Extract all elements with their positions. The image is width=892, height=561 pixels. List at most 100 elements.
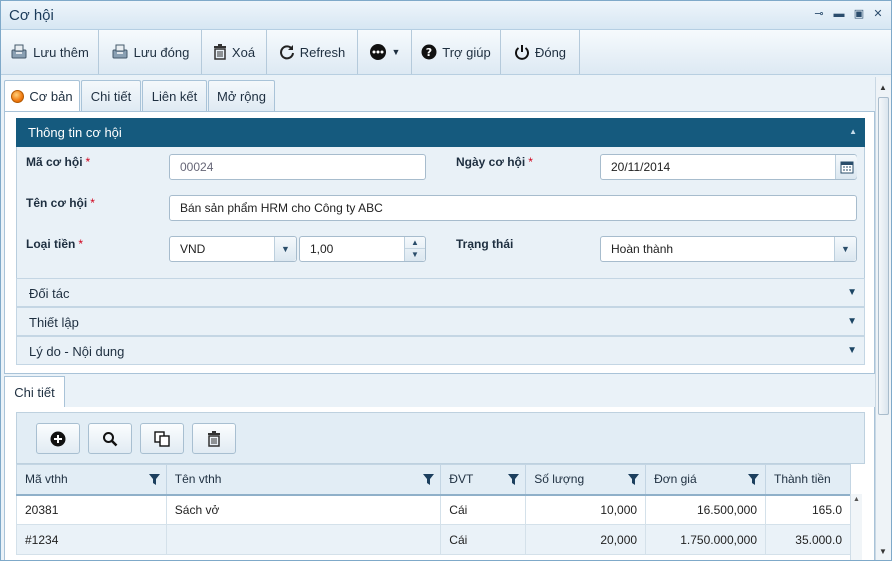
filter-icon[interactable] (748, 474, 759, 485)
currency-dropdown-button[interactable]: ▼ (274, 237, 296, 261)
refresh-label: Refresh (299, 44, 346, 60)
section-header[interactable]: Thông tin cơ hội ▲ (16, 118, 865, 147)
main-scrollbar[interactable]: ▲ ▼ (875, 77, 891, 560)
save-close-button[interactable]: Lưu đóng (99, 30, 202, 74)
table-row[interactable]: 20381 Sách vở Cái 10,000 16.500,000 165.… (16, 494, 851, 525)
close-label: Đóng (534, 44, 567, 60)
column-header[interactable]: Số lượng (525, 464, 647, 496)
cell-amount[interactable]: 165.0 (765, 494, 851, 525)
cell-price[interactable]: 1.750.000,000 (645, 524, 766, 555)
table-row[interactable]: #1234 Cái 20,000 1.750.000,000 35.000.0 (16, 524, 851, 555)
scroll-up-icon[interactable]: ▲ (853, 496, 860, 503)
cell-quantity[interactable]: 20,000 (525, 524, 647, 555)
plus-icon (50, 431, 66, 446)
tab-details[interactable]: Chi tiết (81, 80, 141, 111)
cell-quantity[interactable]: 10,000 (525, 494, 647, 525)
expand-icon: ▼ (847, 287, 857, 298)
grid-toolbar (16, 412, 865, 464)
tab-extended-label: Mở rộng (217, 88, 266, 104)
status-value: Hoàn thành (611, 242, 674, 256)
save-new-label: Lưu thêm (33, 44, 89, 60)
accordion-reason[interactable]: Lý do - Nội dung ▼ (16, 336, 865, 365)
status-select[interactable]: Hoàn thành (600, 236, 857, 262)
active-tab-icon (11, 90, 25, 103)
cell-code[interactable]: #1234 (16, 524, 167, 555)
copy-row-button[interactable] (140, 423, 184, 454)
code-input[interactable]: 00024 (169, 154, 426, 180)
cell-name[interactable] (165, 524, 442, 555)
accordion-partner-label: Đối tác (29, 286, 70, 301)
scrollbar-thumb[interactable] (878, 97, 889, 415)
cell-amount[interactable]: 35.000.0 (765, 524, 851, 555)
help-button[interactable]: ? Trợ giúp (412, 30, 501, 74)
column-header[interactable]: Mã vthh (16, 464, 167, 496)
power-icon (514, 45, 529, 60)
close-button[interactable]: Đóng (501, 30, 580, 74)
cell-code[interactable]: 20381 (16, 494, 167, 525)
more-icon (369, 44, 386, 60)
trash-icon (208, 430, 220, 447)
cell-price[interactable]: 16.500,000 (645, 494, 766, 525)
currency-value: VND (180, 242, 206, 256)
svg-text:?: ? (426, 46, 432, 59)
spin-down-icon[interactable]: ▼ (405, 249, 425, 260)
grid-scrollbar[interactable]: ▲ (850, 494, 862, 560)
filter-icon[interactable] (423, 474, 435, 485)
tab-links-label: Liên kết (151, 88, 198, 104)
column-header[interactable]: ĐVT (440, 464, 527, 496)
pin-icon[interactable]: ⊸ (813, 8, 825, 20)
status-dropdown-button[interactable]: ▼ (834, 237, 856, 261)
accordion-settings[interactable]: Thiết lập ▼ (16, 307, 865, 336)
cell-name[interactable]: Sách vở (165, 494, 442, 525)
cell-unit[interactable]: Cái (440, 494, 527, 525)
title-bar: Cơ hội ⊸ ▬ ▣ ✕ (1, 1, 891, 30)
copy-icon (154, 430, 170, 447)
column-header[interactable]: Đơn giá (645, 464, 766, 496)
tab-detail-grid[interactable]: Chi tiết (4, 376, 65, 408)
tab-details-label: Chi tiết (90, 88, 132, 104)
date-value: 20/11/2014 (611, 160, 671, 174)
date-input[interactable]: 20/11/2014 (600, 154, 857, 180)
scroll-up-icon[interactable]: ▲ (879, 83, 887, 92)
add-row-button[interactable] (36, 423, 80, 454)
delete-button[interactable]: Xoá (202, 30, 267, 74)
accordion-settings-label: Thiết lập (29, 315, 79, 330)
tab-basic[interactable]: Cơ bản (4, 80, 80, 112)
refresh-button[interactable]: Refresh (267, 30, 358, 74)
date-label: Ngày cơ hội * (456, 155, 533, 169)
close-window-icon[interactable]: ✕ (872, 8, 884, 20)
filter-icon[interactable] (628, 474, 640, 485)
save-new-button[interactable]: Lưu thêm (1, 30, 99, 74)
accordion-partner[interactable]: Đối tác ▼ (16, 278, 865, 307)
maximize-icon[interactable]: ▣ (853, 8, 865, 20)
minimize-icon[interactable]: ▬ (833, 8, 845, 20)
filter-icon[interactable] (148, 474, 160, 485)
column-header[interactable]: Tên vthh (165, 464, 442, 496)
collapse-icon[interactable]: ▲ (849, 127, 857, 136)
exchange-rate-value: 1,00 (310, 242, 334, 256)
toolbar: Lưu thêm Lưu đóng Xoá Refresh ▼ ? Trợ gi… (1, 30, 891, 75)
opportunity-form: Mã cơ hội * 00024 Ngày cơ hội * 20/11/2014… (16, 147, 865, 278)
delete-row-button[interactable] (192, 423, 236, 454)
filter-icon[interactable] (508, 474, 520, 485)
scroll-down-icon[interactable]: ▼ (879, 547, 887, 556)
detail-panel: Mã vthh Tên vthh ĐVT Số lượng Đơn giá Th… (4, 407, 875, 560)
window-title: Cơ hội (9, 7, 54, 24)
calendar-button[interactable] (835, 155, 857, 179)
name-input[interactable]: Bán sản phẩm HRM cho Công ty ABC (169, 195, 857, 221)
column-header[interactable]: Thành tiền (765, 464, 851, 496)
cell-unit[interactable]: Cái (440, 524, 527, 555)
spin-up-icon[interactable]: ▲ (405, 237, 425, 249)
accordion-reason-label: Lý do - Nội dung (29, 344, 125, 359)
tab-extended[interactable]: Mở rộng (208, 80, 275, 111)
delete-label: Xoá (231, 44, 256, 60)
section-title: Thông tin cơ hội (28, 125, 122, 140)
more-actions-button[interactable]: ▼ (358, 30, 412, 74)
search-row-button[interactable] (88, 423, 132, 454)
calendar-icon (840, 161, 853, 174)
save-new-icon (11, 44, 27, 59)
tab-links[interactable]: Liên kết (142, 80, 207, 111)
save-close-label: Lưu đóng (133, 44, 190, 60)
currency-label: Loại tiền * (26, 237, 84, 251)
basic-panel: Thông tin cơ hội ▲ Mã cơ hội * 00024 Ngày… (4, 111, 875, 374)
